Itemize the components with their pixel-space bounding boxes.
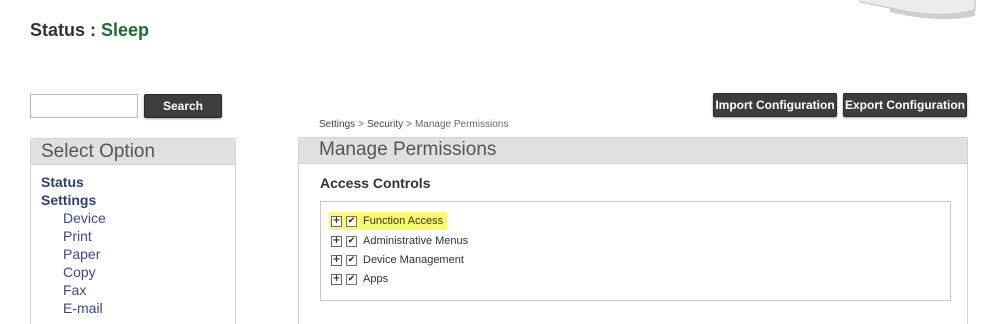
import-configuration-button[interactable]: Import Configuration xyxy=(713,93,837,117)
breadcrumb-settings[interactable]: Settings xyxy=(319,119,355,130)
tree-item-label: Function Access xyxy=(363,215,444,227)
breadcrumb: Settings > Security > Manage Permissions xyxy=(319,119,508,130)
breadcrumb-current: Manage Permissions xyxy=(414,119,509,130)
sidebar-item-status[interactable]: Status xyxy=(41,173,235,191)
breadcrumb-separator: > xyxy=(406,119,412,130)
tree-item-administrative-menus: + ✔ Administrative Menus xyxy=(331,232,468,250)
section-title: Access Controls xyxy=(320,175,431,191)
printer-image xyxy=(859,0,976,20)
sidebar-item-email[interactable]: E-mail xyxy=(41,299,235,317)
expand-plus-icon[interactable]: + xyxy=(331,215,342,227)
sidebar-item-paper[interactable]: Paper xyxy=(41,245,235,263)
checkbox-administrative-menus[interactable]: ✔ xyxy=(346,235,357,247)
manage-permissions-panel: Manage Permissions Access Controls + ✔ F… xyxy=(298,137,968,324)
sidebar-item-print[interactable]: Print xyxy=(41,227,235,245)
tree-item-label: Apps xyxy=(363,273,389,285)
device-status: Status : Sleep xyxy=(30,20,149,41)
status-label: Status : xyxy=(30,20,102,40)
search-button[interactable]: Search xyxy=(144,94,222,118)
breadcrumb-security[interactable]: Security xyxy=(367,119,403,130)
expand-plus-icon[interactable]: + xyxy=(331,273,342,285)
tree-item-device-management: + ✔ Device Management xyxy=(331,251,464,269)
expand-plus-icon[interactable]: + xyxy=(331,235,342,247)
sidebar-nav: Status Settings Device Print Paper Copy … xyxy=(31,165,235,317)
permissions-tree: + ✔ Function Access + ✔ Administrative M… xyxy=(320,201,951,301)
checkbox-apps[interactable]: ✔ xyxy=(346,273,357,285)
sidebar-title: Select Option xyxy=(31,139,235,165)
checkbox-device-management[interactable]: ✔ xyxy=(346,254,357,266)
tree-item-apps: + ✔ Apps xyxy=(331,270,388,288)
page-title: Manage Permissions xyxy=(299,138,967,164)
tree-item-label: Administrative Menus xyxy=(363,235,469,247)
sidebar-item-fax[interactable]: Fax xyxy=(41,281,235,299)
breadcrumb-separator: > xyxy=(358,119,364,130)
select-option-panel: Select Option Status Settings Device Pri… xyxy=(30,138,236,324)
tree-item-label: Device Management xyxy=(363,254,464,266)
search-input[interactable] xyxy=(30,94,138,118)
status-value: Sleep xyxy=(101,20,150,40)
export-configuration-button[interactable]: Export Configuration xyxy=(843,93,967,117)
expand-plus-icon[interactable]: + xyxy=(331,254,342,266)
sidebar-item-copy[interactable]: Copy xyxy=(41,263,235,281)
tree-item-function-access: + ✔ Function Access xyxy=(329,212,448,230)
checkbox-function-access[interactable]: ✔ xyxy=(346,215,357,227)
sidebar-item-device[interactable]: Device xyxy=(41,209,235,227)
sidebar-item-settings[interactable]: Settings xyxy=(41,191,235,209)
